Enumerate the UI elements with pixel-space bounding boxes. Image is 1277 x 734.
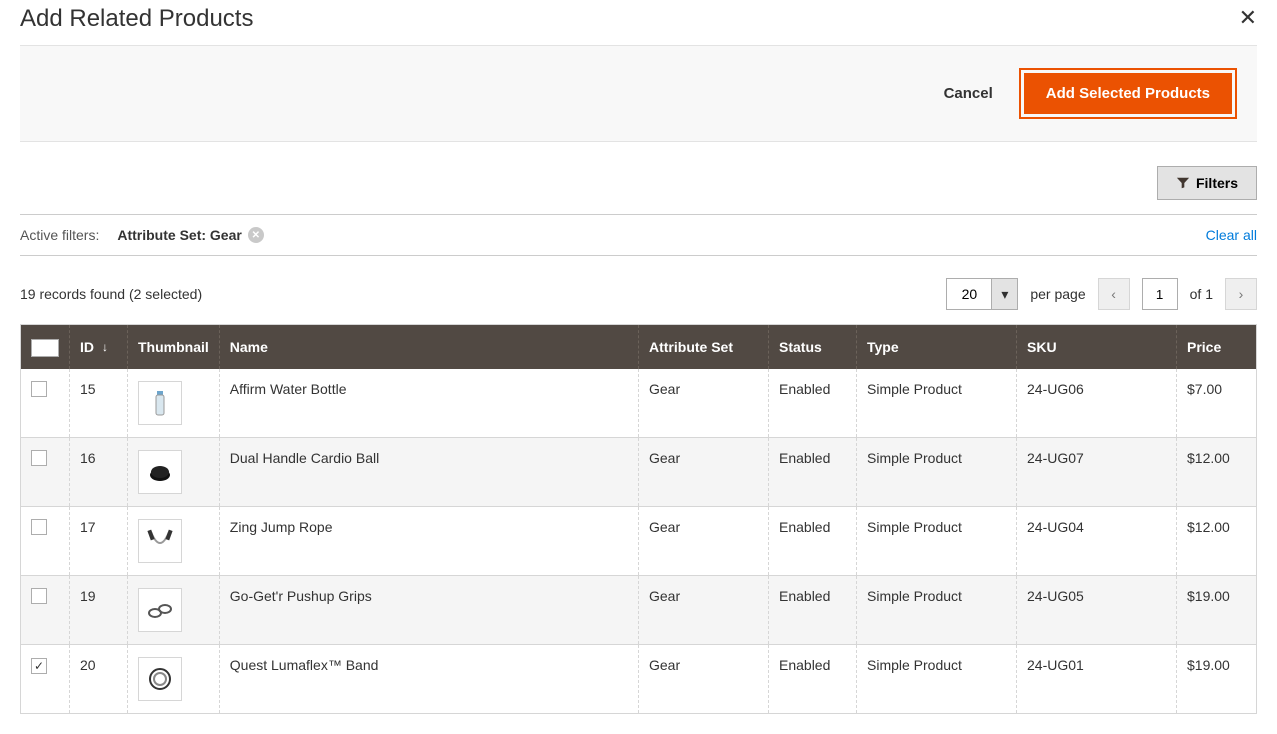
cell-attribute-set: Gear — [639, 369, 769, 438]
cell-price: $19.00 — [1177, 644, 1257, 713]
active-filters-label: Active filters: — [20, 227, 99, 243]
filters-row: Filters — [20, 166, 1257, 200]
column-header-price[interactable]: Price — [1177, 325, 1257, 369]
table-row: 15 Affirm Water BottleGearEnabledSimple P… — [21, 369, 1257, 438]
cancel-button[interactable]: Cancel — [944, 85, 993, 102]
per-page-label: per page — [1030, 286, 1085, 302]
funnel-icon — [1176, 176, 1190, 190]
page-of-label: of 1 — [1190, 286, 1213, 302]
cell-sku: 24-UG04 — [1017, 506, 1177, 575]
cell-attribute-set: Gear — [639, 644, 769, 713]
table-row: 16 Dual Handle Cardio BallGearEnabledSimp… — [21, 437, 1257, 506]
cell-id: 16 — [70, 437, 128, 506]
row-checkbox[interactable] — [31, 658, 47, 674]
cell-name: Dual Handle Cardio Ball — [219, 437, 638, 506]
add-related-products-modal: Add Related Products ✕ Cancel Add Select… — [0, 0, 1277, 734]
table-row: 19 Go-Get'r Pushup GripsGearEnabledSimple… — [21, 575, 1257, 644]
cell-sku: 24-UG07 — [1017, 437, 1177, 506]
column-header-thumbnail[interactable]: Thumbnail — [128, 325, 220, 369]
filters-button-label: Filters — [1196, 175, 1238, 191]
chevron-down-icon[interactable]: ▾ — [991, 279, 1017, 309]
active-filters-bar: Active filters: Attribute Set: Gear ✕ Cl… — [20, 214, 1257, 256]
cell-type: Simple Product — [857, 506, 1017, 575]
close-icon[interactable]: ✕ — [1239, 5, 1257, 31]
cell-type: Simple Product — [857, 575, 1017, 644]
cell-price: $12.00 — [1177, 506, 1257, 575]
column-header-type[interactable]: Type — [857, 325, 1017, 369]
cell-status: Enabled — [769, 644, 857, 713]
page-number-input[interactable] — [1142, 278, 1178, 310]
filters-button[interactable]: Filters — [1157, 166, 1257, 200]
filter-tag-attribute-set: Attribute Set: Gear ✕ — [117, 227, 263, 243]
cell-thumbnail — [128, 644, 220, 713]
cell-type: Simple Product — [857, 369, 1017, 438]
add-selected-products-button[interactable]: Add Selected Products — [1024, 73, 1232, 114]
column-header-status[interactable]: Status — [769, 325, 857, 369]
cell-name: Quest Lumaflex™ Band — [219, 644, 638, 713]
active-filters-left: Active filters: Attribute Set: Gear ✕ — [20, 227, 264, 243]
cell-status: Enabled — [769, 437, 857, 506]
cell-attribute-set: Gear — [639, 506, 769, 575]
cell-sku: 24-UG01 — [1017, 644, 1177, 713]
thumbnail-icon — [138, 657, 182, 701]
column-header-attribute-set[interactable]: Attribute Set — [639, 325, 769, 369]
thumbnail-icon — [138, 450, 182, 494]
cell-thumbnail — [128, 575, 220, 644]
cell-price: $7.00 — [1177, 369, 1257, 438]
row-checkbox[interactable] — [31, 381, 47, 397]
thumbnail-icon — [138, 519, 182, 563]
column-header-name[interactable]: Name — [219, 325, 638, 369]
cell-price: $12.00 — [1177, 437, 1257, 506]
records-found: 19 records found (2 selected) — [20, 286, 202, 302]
cell-sku: 24-UG05 — [1017, 575, 1177, 644]
next-page-button[interactable]: › — [1225, 278, 1257, 310]
page-size-input[interactable] — [947, 279, 991, 309]
cell-id: 17 — [70, 506, 128, 575]
cell-type: Simple Product — [857, 437, 1017, 506]
cell-status: Enabled — [769, 506, 857, 575]
add-selected-products-highlight: Add Selected Products — [1019, 68, 1237, 119]
cell-name: Affirm Water Bottle — [219, 369, 638, 438]
sort-arrow-icon: ↓ — [102, 340, 108, 354]
cell-status: Enabled — [769, 369, 857, 438]
cell-id: 19 — [70, 575, 128, 644]
thumbnail-icon — [138, 588, 182, 632]
modal-header: Add Related Products ✕ — [20, 0, 1257, 45]
row-checkbox[interactable] — [31, 450, 47, 466]
cell-attribute-set: Gear — [639, 437, 769, 506]
table-row: 17 Zing Jump RopeGearEnabledSimple Produc… — [21, 506, 1257, 575]
cell-id: 20 — [70, 644, 128, 713]
table-row: 20 Quest Lumaflex™ BandGearEnabledSimple … — [21, 644, 1257, 713]
row-checkbox[interactable] — [31, 519, 47, 535]
cell-price: $19.00 — [1177, 575, 1257, 644]
cell-status: Enabled — [769, 575, 857, 644]
remove-filter-icon[interactable]: ✕ — [248, 227, 264, 243]
prev-page-button[interactable]: ‹ — [1098, 278, 1130, 310]
thumbnail-icon — [138, 381, 182, 425]
select-all-toggle[interactable]: ▪ ▾ — [31, 339, 59, 357]
cell-thumbnail — [128, 506, 220, 575]
cell-sku: 24-UG06 — [1017, 369, 1177, 438]
page-size-select[interactable]: ▾ — [946, 278, 1018, 310]
column-header-sku[interactable]: SKU — [1017, 325, 1177, 369]
cell-type: Simple Product — [857, 644, 1017, 713]
cell-id: 15 — [70, 369, 128, 438]
products-table: ▪ ▾ ID↓ Thumbnail Name Attribute Set Sta… — [20, 324, 1257, 714]
cell-attribute-set: Gear — [639, 575, 769, 644]
modal-title: Add Related Products — [20, 5, 253, 33]
clear-all-link[interactable]: Clear all — [1206, 227, 1257, 243]
filter-tag-text: Attribute Set: Gear — [117, 227, 241, 243]
pager-controls: ▾ per page ‹ of 1 › — [946, 278, 1257, 310]
cell-name: Zing Jump Rope — [219, 506, 638, 575]
pager-row: 19 records found (2 selected) ▾ per page… — [20, 278, 1257, 310]
cell-thumbnail — [128, 369, 220, 438]
action-bar: Cancel Add Selected Products — [20, 45, 1257, 142]
row-checkbox[interactable] — [31, 588, 47, 604]
cell-name: Go-Get'r Pushup Grips — [219, 575, 638, 644]
column-header-id[interactable]: ID↓ — [70, 325, 128, 369]
cell-thumbnail — [128, 437, 220, 506]
column-header-select: ▪ ▾ — [21, 325, 70, 369]
